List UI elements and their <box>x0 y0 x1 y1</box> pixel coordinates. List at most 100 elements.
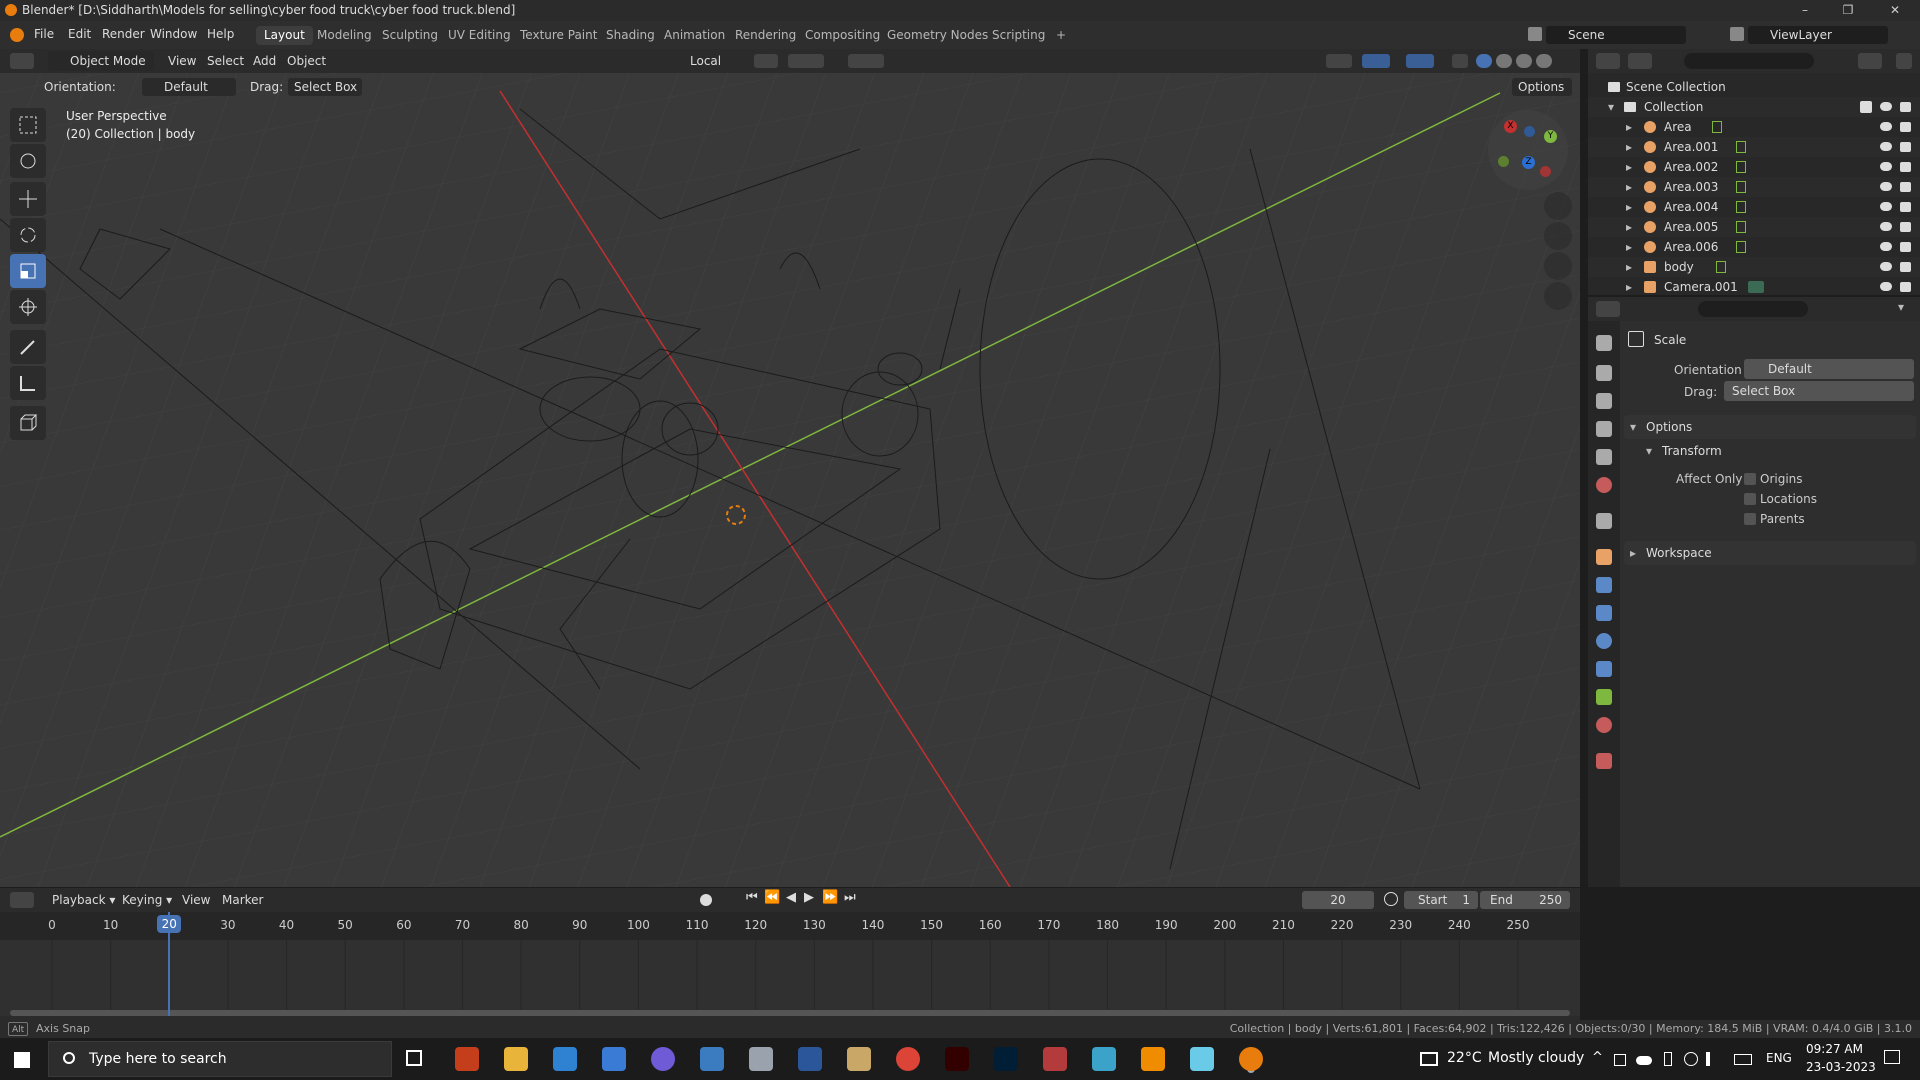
outliner-item[interactable]: ▸ Area.002 <box>1588 157 1920 177</box>
chevron-right-icon[interactable]: ▸ <box>1626 117 1632 137</box>
outliner-item[interactable]: ▸ Area <box>1588 117 1920 137</box>
task-view-icon[interactable] <box>406 1050 422 1066</box>
collection-tab-icon[interactable] <box>1596 513 1612 529</box>
eye-icon[interactable] <box>1880 262 1892 271</box>
outliner-item[interactable]: ▸ Area.006 <box>1588 237 1920 257</box>
menu-edit[interactable]: Edit <box>68 27 91 41</box>
locations-checkbox[interactable] <box>1744 493 1756 505</box>
timeline-editor-type-icon[interactable] <box>10 892 34 908</box>
editor-type-icon[interactable] <box>10 53 34 69</box>
app-icon[interactable] <box>749 1047 773 1071</box>
clock-time[interactable]: 09:27 AM <box>1806 1042 1863 1056</box>
outliner-item[interactable]: ▸ Area.005 <box>1588 217 1920 237</box>
photoshop-icon[interactable] <box>994 1047 1018 1071</box>
eye-icon[interactable] <box>1880 102 1892 111</box>
navigation-gizmo[interactable]: X Y Z <box>1488 110 1568 190</box>
eye-icon[interactable] <box>1880 242 1892 251</box>
camera-icon[interactable] <box>1900 282 1911 292</box>
jump-keyframe-back-icon[interactable]: ⏪ <box>764 890 780 905</box>
camera-icon[interactable] <box>1900 162 1911 172</box>
parents-checkbox[interactable] <box>1744 513 1756 525</box>
tab-layout[interactable]: Layout <box>256 26 313 45</box>
tab-scripting[interactable]: Scripting <box>984 26 1053 45</box>
app-icon[interactable] <box>1092 1047 1116 1071</box>
camera-icon[interactable] <box>1900 122 1911 132</box>
camera-icon[interactable] <box>1900 262 1911 272</box>
cursor-tool[interactable] <box>10 144 46 178</box>
chevron-down-icon[interactable]: ▾ <box>1898 300 1904 314</box>
close-button[interactable]: ✕ <box>1875 0 1915 21</box>
auto-key-record-icon[interactable] <box>700 894 712 906</box>
weather-temperature[interactable]: 22°C <box>1447 1050 1482 1066</box>
add-workspace-button[interactable]: + <box>1048 26 1074 45</box>
tool-tab-icon[interactable] <box>1596 335 1612 351</box>
menu-keying[interactable]: Keying ▾ <box>122 890 172 910</box>
measure-tool[interactable] <box>10 366 46 400</box>
annotate-tool[interactable] <box>10 330 46 364</box>
eye-icon[interactable] <box>1880 282 1892 291</box>
tab-uv-editing[interactable]: UV Editing <box>440 26 519 45</box>
tab-geometry-nodes[interactable]: Geometry Nodes <box>879 26 996 45</box>
tab-texture-paint[interactable]: Texture Paint <box>512 26 605 45</box>
file-explorer-icon[interactable] <box>504 1047 528 1071</box>
menu-object[interactable]: Object <box>287 51 326 71</box>
chevron-right-icon[interactable]: ▸ <box>1626 137 1632 157</box>
data-tab-icon[interactable] <box>1596 689 1612 705</box>
visibility-icon[interactable] <box>1326 54 1352 68</box>
menu-playback[interactable]: Playback ▾ <box>52 890 115 910</box>
orientation-dropdown[interactable]: Default <box>142 78 236 96</box>
transform-tool[interactable] <box>10 290 46 324</box>
tab-compositing[interactable]: Compositing <box>797 26 888 45</box>
jump-keyframe-forward-icon[interactable]: ⏩ <box>822 890 838 905</box>
select-box-tool[interactable] <box>10 108 46 142</box>
outliner-search-input[interactable] <box>1684 53 1814 69</box>
minimize-button[interactable]: – <box>1785 0 1825 21</box>
play-icon[interactable]: ▶ <box>804 890 814 905</box>
camera-icon[interactable] <box>1900 222 1911 232</box>
drag-dropdown[interactable]: Select Box <box>288 78 362 96</box>
tab-sculpting[interactable]: Sculpting <box>374 26 446 45</box>
gizmo-z-icon[interactable]: Z <box>1522 156 1535 169</box>
app-icon[interactable] <box>847 1047 871 1071</box>
pivot-icon[interactable] <box>754 54 778 68</box>
eye-icon[interactable] <box>1880 222 1892 231</box>
gizmo-neg-x-icon[interactable] <box>1540 166 1551 177</box>
gizmo-neg-z-icon[interactable] <box>1524 126 1535 137</box>
app-icon[interactable] <box>651 1047 675 1071</box>
overlay-toggle-icon[interactable] <box>1406 54 1434 68</box>
wireframe-shading-icon[interactable] <box>1476 54 1492 68</box>
collection-exclude-checkbox[interactable] <box>1860 101 1872 113</box>
xray-toggle-icon[interactable] <box>1452 54 1468 68</box>
chevron-right-icon[interactable]: ▸ <box>1626 257 1632 277</box>
material-tab-icon[interactable] <box>1596 717 1612 733</box>
outliner-scene-collection[interactable]: Scene Collection <box>1588 77 1920 97</box>
filter-icon[interactable] <box>1858 53 1882 69</box>
gizmo-neg-y-icon[interactable] <box>1498 156 1509 167</box>
orientation-dropdown[interactable]: Default <box>1744 359 1914 379</box>
word-icon[interactable] <box>798 1047 822 1071</box>
mail-icon[interactable] <box>553 1047 577 1071</box>
network-icon[interactable] <box>1684 1052 1698 1066</box>
eye-icon[interactable] <box>1880 122 1892 131</box>
app-icon[interactable] <box>1043 1047 1067 1071</box>
blender-taskbar-icon[interactable] <box>1239 1047 1263 1071</box>
drag-dropdown[interactable]: Select Box <box>1724 381 1914 401</box>
play-reverse-icon[interactable]: ◀ <box>786 890 796 905</box>
material-shading-icon[interactable] <box>1516 54 1532 68</box>
zoom-icon[interactable] <box>1544 192 1572 220</box>
origins-checkbox[interactable] <box>1744 473 1756 485</box>
volume-icon[interactable] <box>1706 1052 1718 1066</box>
vlc-icon[interactable] <box>1141 1047 1165 1071</box>
output-tab-icon[interactable] <box>1596 393 1612 409</box>
menu-marker[interactable]: Marker <box>222 890 263 910</box>
taskbar-search-input[interactable]: Type here to search <box>48 1041 392 1077</box>
eye-icon[interactable] <box>1880 142 1892 151</box>
move-tool[interactable] <box>10 182 46 216</box>
chevron-right-icon[interactable]: ▸ <box>1626 157 1632 177</box>
menu-file[interactable]: File <box>34 27 54 41</box>
chrome-icon[interactable] <box>896 1047 920 1071</box>
camera-icon[interactable] <box>1900 202 1911 212</box>
jump-start-icon[interactable]: ⏮ <box>746 890 758 905</box>
rotate-tool[interactable] <box>10 218 46 252</box>
camera-icon[interactable] <box>1900 182 1911 192</box>
